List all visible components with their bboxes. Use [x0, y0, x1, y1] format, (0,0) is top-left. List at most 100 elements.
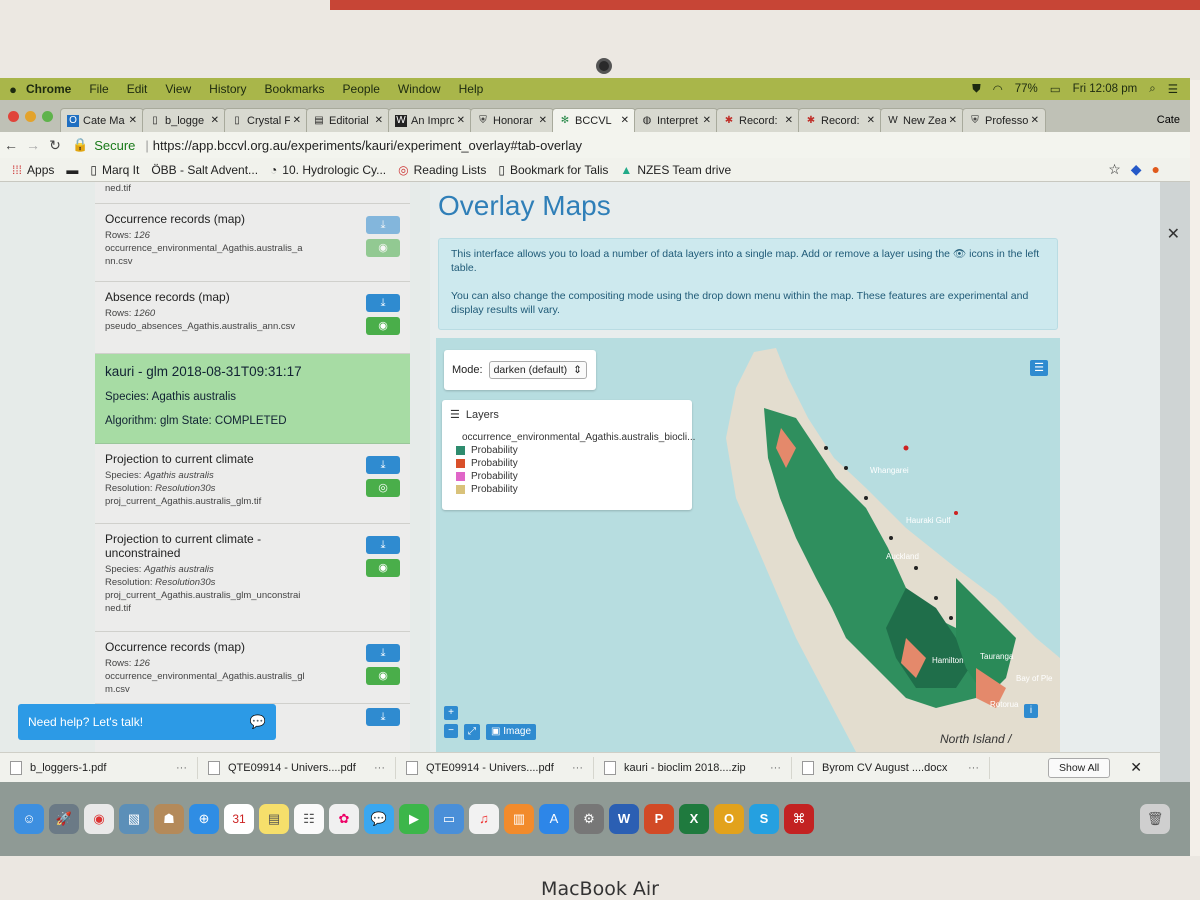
tab-record-1[interactable]: ✱ Record: ✕: [716, 108, 800, 132]
skype-icon[interactable]: S: [749, 804, 779, 834]
menu-help[interactable]: Help: [459, 82, 484, 96]
back-arrow-icon[interactable]: ←: [0, 137, 22, 153]
export-image-button[interactable]: ▣ Image: [486, 724, 537, 740]
tab-professo[interactable]: ⛨ Professo ✕: [962, 108, 1046, 132]
bookmark-marq-it[interactable]: ▯ Marq It: [90, 163, 139, 177]
download-button[interactable]: ⤓: [366, 644, 400, 662]
outlook-icon[interactable]: O: [714, 804, 744, 834]
download-item[interactable]: QTE09914 - Univers....pdf ···: [198, 756, 396, 779]
bookmark-reading-lists[interactable]: ◎ Reading Lists: [398, 163, 486, 177]
close-tab-icon[interactable]: ✕: [621, 115, 629, 126]
tab-record-2[interactable]: ✱ Record: ✕: [798, 108, 882, 132]
close-tab-icon[interactable]: ✕: [867, 115, 875, 126]
contacts-icon[interactable]: ☗: [154, 804, 184, 834]
reminders-icon[interactable]: ☷: [294, 804, 324, 834]
download-button[interactable]: ⤓: [366, 456, 400, 474]
download-button[interactable]: ⤓: [366, 536, 400, 554]
notes-icon[interactable]: ▤: [259, 804, 289, 834]
help-chat-button[interactable]: Need help? Let's talk! 💬: [18, 704, 276, 740]
menu-view[interactable]: View: [165, 82, 191, 96]
acrobat-icon[interactable]: ⌘: [784, 804, 814, 834]
menu-edit[interactable]: Edit: [127, 82, 148, 96]
music-icon[interactable]: ♫: [469, 804, 499, 834]
more-options-icon[interactable]: ···: [968, 762, 979, 774]
download-button[interactable]: ⤓: [366, 294, 400, 312]
overlay-map[interactable]: Whangarei Hauraki Gulf Auckland Hamilton…: [436, 338, 1060, 752]
tab-bccvl[interactable]: ✻ BCCVL ✕: [552, 108, 636, 132]
map-info-icon[interactable]: i: [1024, 704, 1038, 718]
show-all-downloads-button[interactable]: Show All: [1047, 757, 1111, 778]
tab-b-loggers[interactable]: ▯ b_logge ✕: [142, 108, 226, 132]
close-tab-icon[interactable]: ✕: [129, 115, 137, 126]
photos-icon[interactable]: ✿: [329, 804, 359, 834]
download-button[interactable]: ⤓: [366, 708, 400, 726]
close-downloads-icon[interactable]: ✕: [1130, 759, 1142, 776]
zoom-in-button[interactable]: +: [444, 706, 458, 720]
menu-window[interactable]: Window: [398, 82, 441, 96]
more-options-icon[interactable]: ···: [374, 762, 385, 774]
excel-icon[interactable]: X: [679, 804, 709, 834]
star-bookmark-icon[interactable]: ☆: [1108, 161, 1121, 178]
tab-new-zea[interactable]: W New Zea ✕: [880, 108, 964, 132]
notification-center-icon[interactable]: ☰: [1168, 82, 1178, 96]
finder-icon[interactable]: ☺: [14, 804, 44, 834]
bookmark-apps[interactable]: ⁞⁞⁞ Apps: [12, 163, 54, 177]
close-tab-icon[interactable]: ✕: [1031, 115, 1039, 126]
download-item[interactable]: kauri - bioclim 2018....zip ···: [594, 756, 792, 779]
view-layer-eye-button[interactable]: ◉: [366, 559, 400, 577]
bookmark-hydrologic[interactable]: ◔ 10. Hydrologic Cy...: [270, 163, 386, 177]
apple-menu-icon[interactable]: ●: [0, 82, 26, 97]
bookmark-folder[interactable]: ▬: [66, 163, 78, 177]
trash-icon[interactable]: 🗑: [1140, 804, 1170, 834]
zoom-out-button[interactable]: −: [444, 724, 458, 738]
close-tab-icon[interactable]: ✕: [211, 115, 219, 126]
close-icon[interactable]: ✕: [1167, 224, 1180, 244]
bookmark-obb[interactable]: ÖBB - Salt Advent...: [151, 163, 258, 177]
menu-chrome[interactable]: Chrome: [26, 82, 71, 96]
download-item[interactable]: Byrom CV August ....docx ···: [792, 756, 990, 779]
profile-name[interactable]: Cate: [1157, 114, 1180, 126]
fullscreen-icon[interactable]: ⤢: [464, 724, 480, 740]
menu-history[interactable]: History: [209, 82, 246, 96]
tab-honorar[interactable]: ⛨ Honorar ✕: [470, 108, 554, 132]
minimize-window-icon[interactable]: [25, 111, 36, 122]
menu-file[interactable]: File: [89, 82, 108, 96]
shield-icon[interactable]: ⛊: [972, 83, 981, 96]
wifi-icon[interactable]: ◠: [993, 82, 1003, 96]
extension-icon[interactable]: ◆: [1131, 161, 1142, 178]
more-options-icon[interactable]: ···: [176, 762, 187, 774]
menubar-clock[interactable]: Fri 12:08 pm: [1073, 83, 1138, 95]
tab-interpret[interactable]: ◍ Interpret ✕: [634, 108, 718, 132]
close-tab-icon[interactable]: ✕: [457, 115, 465, 126]
layer-menu-icon[interactable]: ☰: [1030, 360, 1048, 376]
bookmark-nzes-drive[interactable]: ▲ NZES Team drive: [620, 163, 731, 177]
close-tab-icon[interactable]: ✕: [293, 115, 301, 126]
tab-crystal[interactable]: ▯ Crystal F ✕: [224, 108, 308, 132]
mode-select[interactable]: darken (default) ⇕: [488, 361, 587, 379]
spotlight-search-icon[interactable]: ⌕: [1149, 83, 1155, 96]
forward-arrow-icon[interactable]: →: [22, 137, 44, 153]
zoom-window-icon[interactable]: [42, 111, 53, 122]
battery-icon[interactable]: ▭: [1050, 82, 1061, 96]
close-tab-icon[interactable]: ✕: [539, 115, 547, 126]
facetime-icon[interactable]: ▶: [399, 804, 429, 834]
settings-icon[interactable]: ⚙: [574, 804, 604, 834]
tab-outlook[interactable]: O Cate Ma ✕: [60, 108, 144, 132]
url-omnibox[interactable]: 🔒 Secure | https://app.bccvl.org.au/expe…: [72, 137, 582, 153]
reload-icon[interactable]: ↻: [44, 137, 66, 154]
close-tab-icon[interactable]: ✕: [703, 115, 711, 126]
appstore-icon[interactable]: A: [539, 804, 569, 834]
hide-layer-eye-button[interactable]: ◎: [366, 479, 400, 497]
view-layer-eye-button[interactable]: ◉: [366, 667, 400, 685]
view-layer-eye-button[interactable]: ◉: [366, 317, 400, 335]
preview-icon[interactable]: ▧: [119, 804, 149, 834]
menu-people[interactable]: People: [343, 82, 380, 96]
messages-icon[interactable]: 💬: [364, 804, 394, 834]
url-text[interactable]: https://app.bccvl.org.au/experiments/kau…: [153, 138, 582, 153]
safari-icon[interactable]: ⊕: [189, 804, 219, 834]
view-layer-eye-button[interactable]: ◉: [366, 239, 400, 257]
menu-bookmarks[interactable]: Bookmarks: [265, 82, 325, 96]
close-window-icon[interactable]: [8, 111, 19, 122]
tab-editorial[interactable]: ▤ Editorial ✕: [306, 108, 390, 132]
extension-icon[interactable]: ●: [1152, 161, 1160, 178]
